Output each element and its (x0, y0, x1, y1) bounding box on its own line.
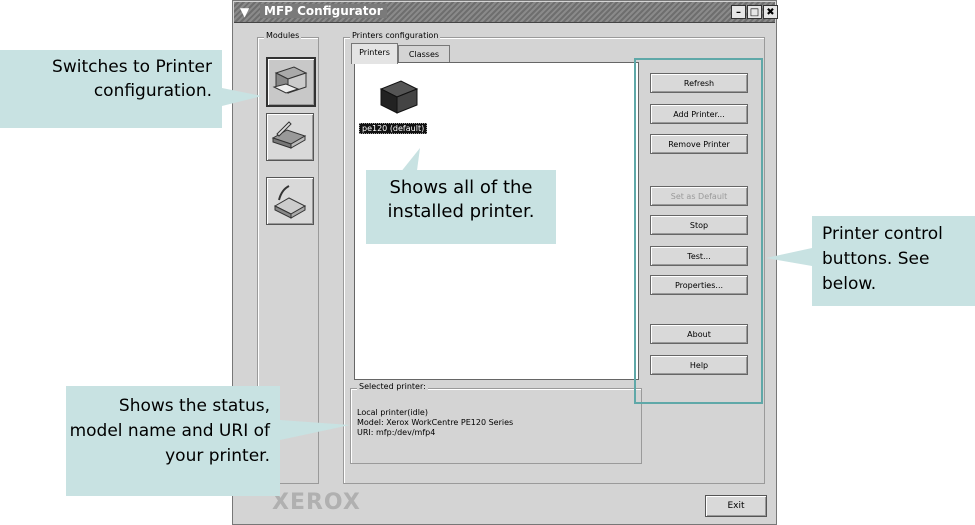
status-callout: Shows the status, model name and URI of … (66, 386, 280, 496)
buttons-callout: Printer control buttons. See below. (812, 216, 975, 306)
modules-callout-pointer (222, 88, 262, 106)
buttons-callout-pointer (766, 248, 812, 266)
tab-printers[interactable]: Printers (351, 43, 398, 64)
modules-callout: Switches to Printer configuration. (0, 50, 222, 128)
status-callout-pointer (280, 420, 350, 440)
list-callout: Shows all of the installed printer. (366, 170, 556, 244)
